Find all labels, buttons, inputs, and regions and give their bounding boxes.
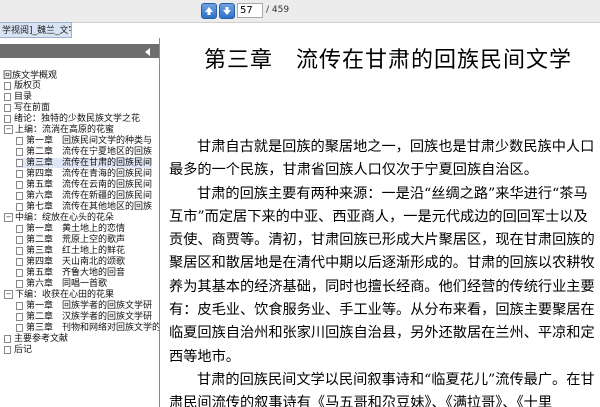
tree-item[interactable]: 第二章 汉族学者的回族文学研 xyxy=(16,312,152,322)
tree-item[interactable]: 后记 xyxy=(4,345,32,355)
paragraph: 甘肃的回族主要有两种来源：一是沿“丝绸之路”来华进行“茶马互市”而定居下来的中亚… xyxy=(169,185,595,365)
bookmark-tree: 回族文学概观 版权页 目录 写在前面 绪论：独特的少数民族文学之花 − 上编：流淌… xyxy=(0,67,159,407)
page-down-icon[interactable] xyxy=(219,3,235,19)
page-icon xyxy=(4,103,11,112)
tree-item[interactable]: 第七章 流传在其他地区的回族 xyxy=(16,202,152,212)
page-icon xyxy=(16,202,23,211)
page-icon xyxy=(16,312,23,321)
page-icon xyxy=(4,345,11,354)
page-up-icon[interactable] xyxy=(201,3,217,19)
tree-item[interactable]: 第六章 同唱一首歌 xyxy=(16,279,107,289)
tree-item[interactable]: 第一章 回族学者的回族文学研 xyxy=(16,301,152,311)
page-icon xyxy=(4,334,11,343)
tree-item[interactable]: 第二章 流传在宁夏地区的回族 xyxy=(16,147,152,157)
page-icon xyxy=(4,81,11,90)
top-toolbar: 57 / 459 xyxy=(0,0,600,23)
tree-item[interactable]: 第二章 荒原上空的歌声 xyxy=(16,235,125,245)
page-icon xyxy=(4,114,11,123)
tree-item[interactable]: 第一章 黄土地上的恋情 xyxy=(16,224,125,234)
tree-section[interactable]: − 下编：收获在心田的花果 xyxy=(4,290,114,300)
chapter-title: 第三章 流传在甘肃的回族民间文学 xyxy=(204,48,573,73)
page-icon xyxy=(16,147,23,156)
tree-item[interactable]: 第四章 天山南北的颂歌 xyxy=(16,257,125,267)
page-icon xyxy=(16,224,23,233)
collapse-toggle-icon[interactable]: − xyxy=(4,213,13,222)
paragraph: 甘肃自古就是回族的聚居地之一，回族也是甘肃少数民族中人口最多的一个民族，甘肃省回… xyxy=(169,139,595,179)
paragraph: 甘肃的回族民间文学以民间叙事诗和“临夏花儿”流传最广。在甘肃民间流传的叙事诗有《… xyxy=(169,371,595,407)
document-tab[interactable]: 学视阅]_魏兰_文字版 xyxy=(0,22,72,38)
page-icon xyxy=(16,158,23,167)
tree-item[interactable]: 第三章 红土地上的鲜花 xyxy=(16,246,125,256)
page-icon xyxy=(16,191,23,200)
page-icon xyxy=(16,301,23,310)
page-icon xyxy=(16,268,23,277)
tree-item[interactable]: 绪论：独特的少数民族文学之花 xyxy=(4,114,140,124)
tree-item[interactable]: 写在前面 xyxy=(4,103,50,113)
tree-item[interactable]: 第五章 流传在云南的回族民间 xyxy=(16,180,152,190)
page-icon xyxy=(16,235,23,244)
page-icon xyxy=(16,169,23,178)
bookmark-panel-header xyxy=(0,44,159,58)
page-icon xyxy=(4,92,11,101)
tree-item[interactable]: 第五章 齐鲁大地的回音 xyxy=(16,268,125,278)
tree-item[interactable]: 第一章 回族民间文学的种类与 xyxy=(16,136,152,146)
tree-item[interactable]: 目录 xyxy=(4,92,32,102)
page-icon xyxy=(16,257,23,266)
tree-item[interactable]: 版权页 xyxy=(4,81,41,91)
page-icon xyxy=(16,323,23,332)
tree-item-current[interactable]: 第三章 流传在甘肃的回族民间 xyxy=(16,158,153,168)
collapse-toggle-icon[interactable]: − xyxy=(4,125,13,134)
page-number-input[interactable]: 57 xyxy=(237,3,263,18)
collapse-toggle-icon[interactable]: − xyxy=(4,290,13,299)
collapse-panel-icon[interactable] xyxy=(144,48,152,56)
tree-item[interactable]: 主要参考文献 xyxy=(4,334,68,344)
page-icon xyxy=(16,246,23,255)
page-icon xyxy=(16,279,23,288)
tree-item[interactable]: 第三章 刊物和网络对回族文学的 xyxy=(16,323,159,333)
document-page: 第三章 流传在甘肃的回族民间文学 甘肃自古就是回族的聚居地之一，回族也是甘肃少数… xyxy=(161,38,600,407)
document-body: 甘肃自古就是回族的聚居地之一，回族也是甘肃少数民族中人口最多的一个民族，甘肃省回… xyxy=(169,136,600,407)
tree-item[interactable]: 第四章 流传在青海的回族民间 xyxy=(16,169,152,179)
page-icon xyxy=(16,136,23,145)
tree-item[interactable]: 第六章 流传在新疆的回族民间 xyxy=(16,191,152,201)
tree-root[interactable]: 回族文学概观 xyxy=(3,71,57,81)
tree-section[interactable]: − 上编：流淌在高原的花蜜 xyxy=(4,125,114,135)
page-total-label: / 459 xyxy=(266,5,290,15)
tree-section[interactable]: − 中编：绽放在心头的花朵 xyxy=(4,213,114,223)
page-icon xyxy=(16,180,23,189)
